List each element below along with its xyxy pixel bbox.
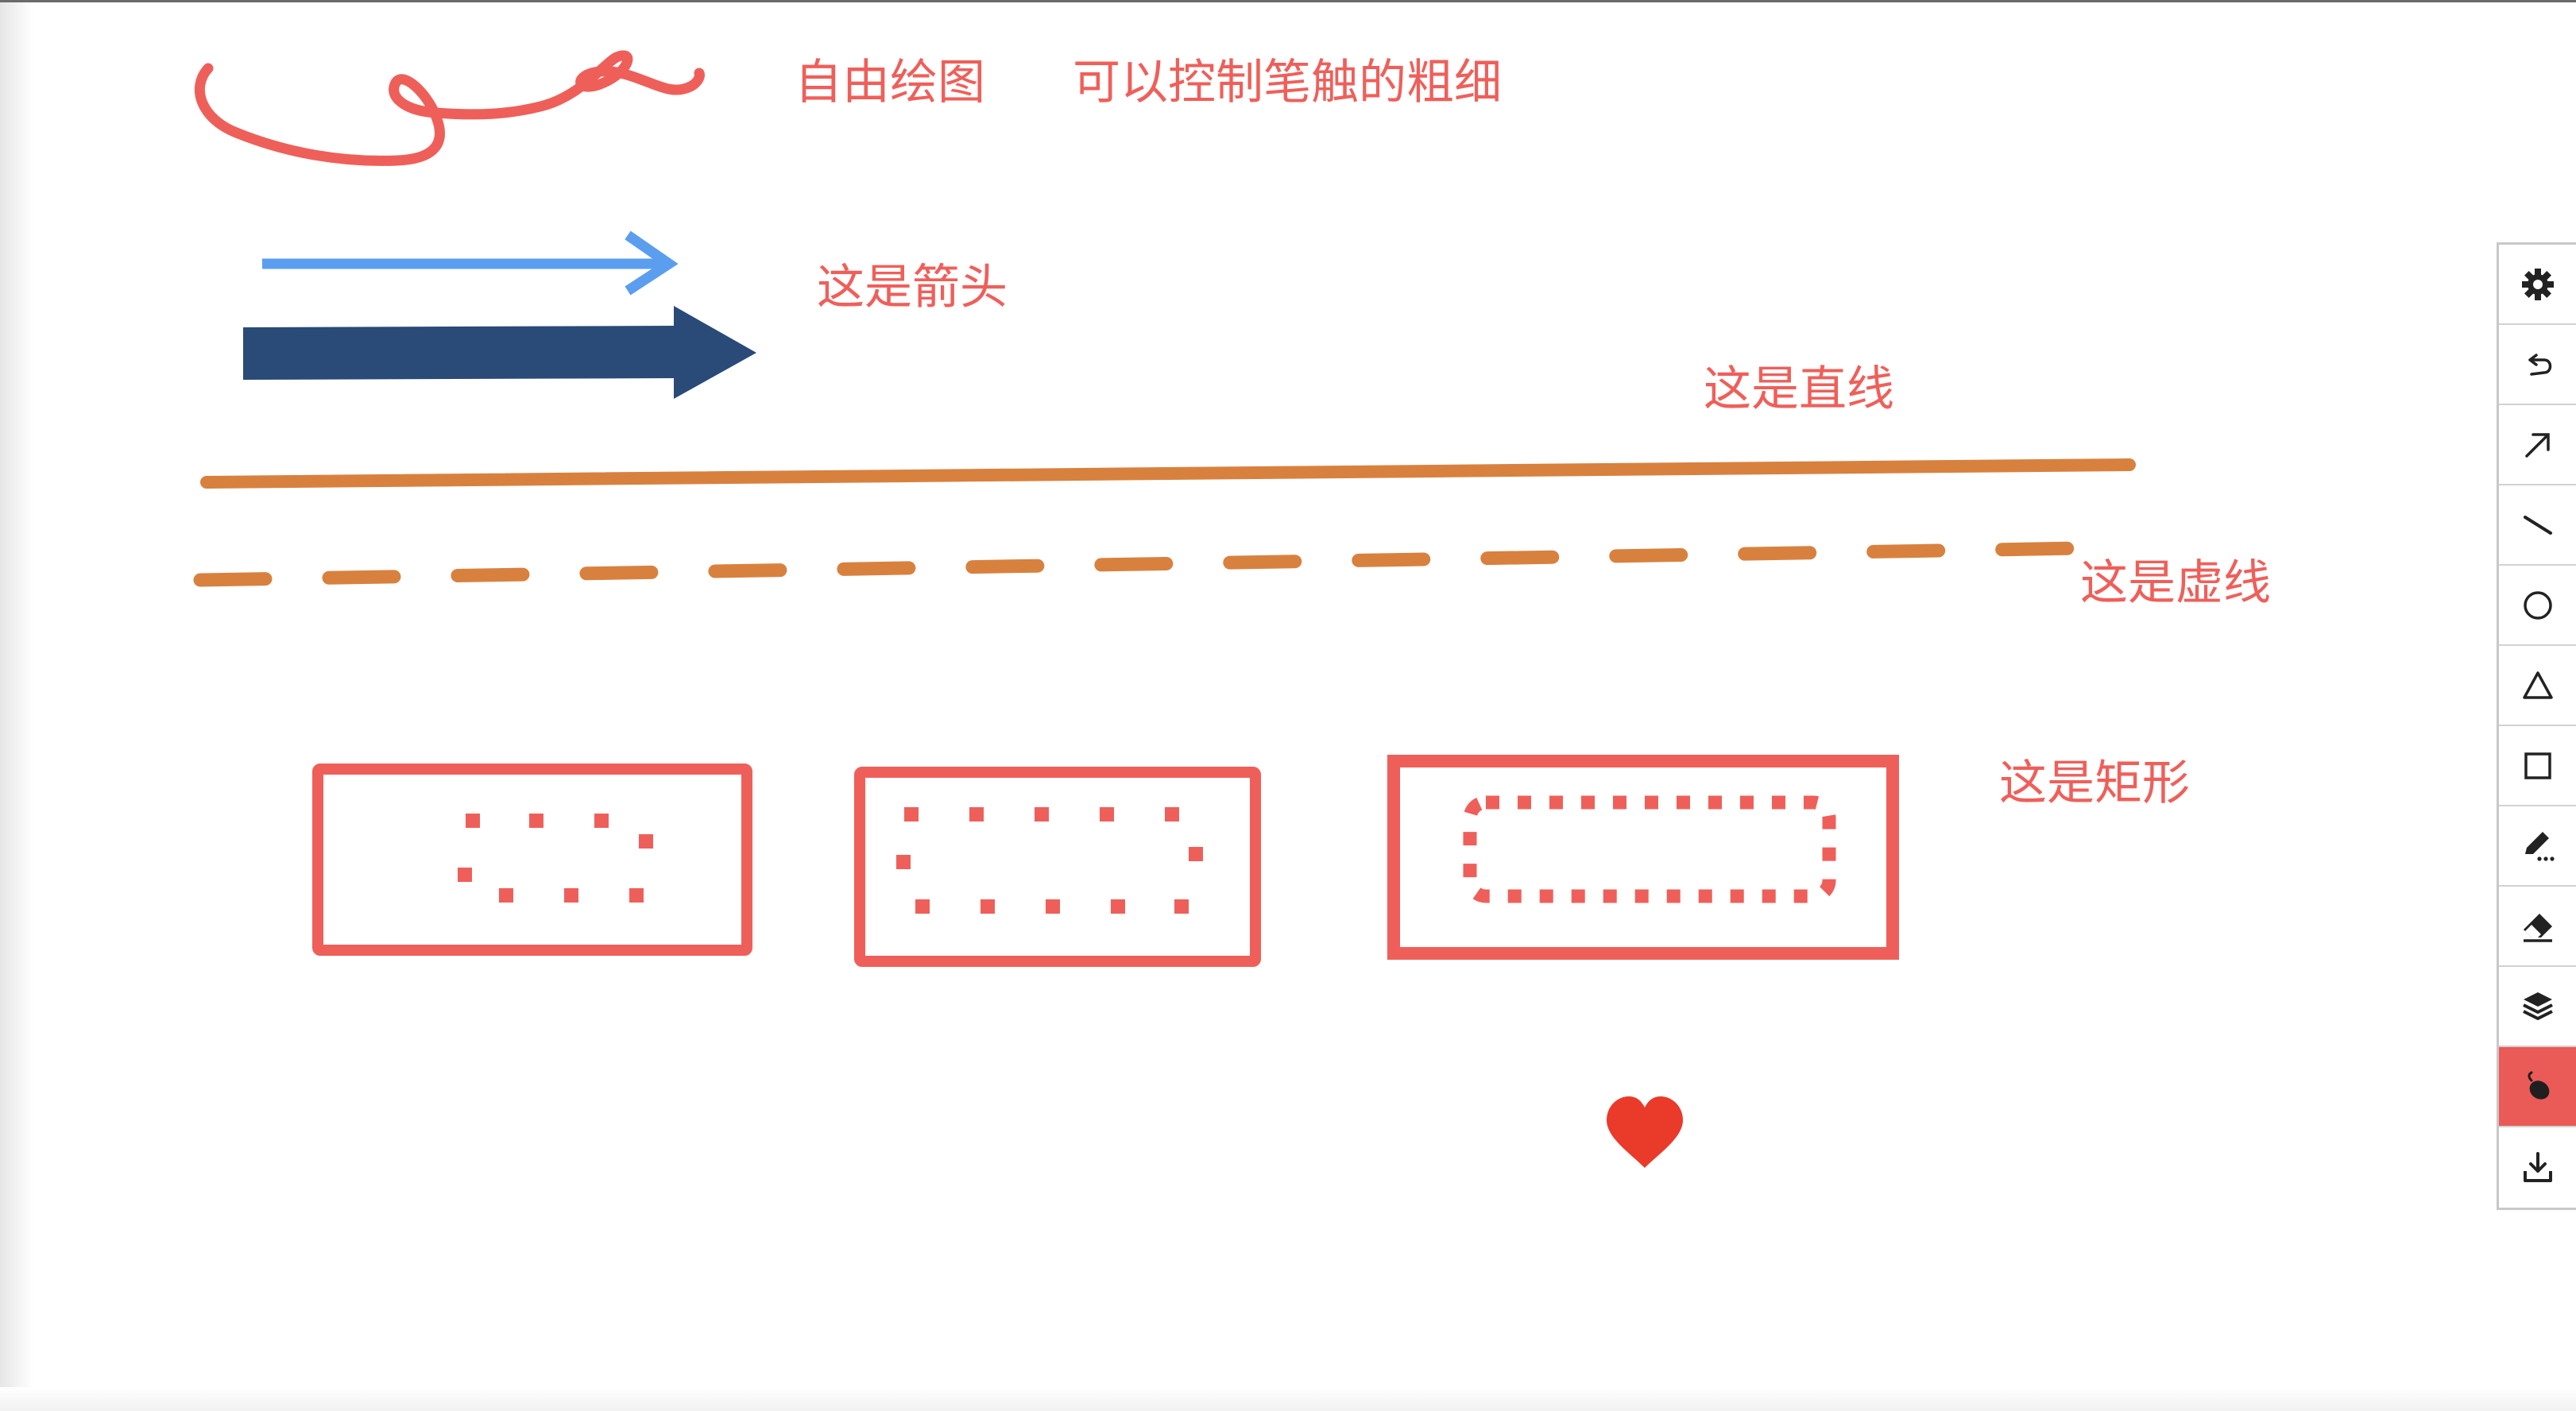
label-dashed-line: 这是虚线 — [2080, 555, 2271, 611]
label-straight-line: 这是直线 — [1704, 361, 1894, 417]
rectangle-shape-3 — [1387, 755, 1899, 960]
rectangle-tool-button[interactable] — [2499, 726, 2576, 806]
tool-sidebar — [2497, 242, 2576, 1210]
gear-icon — [2521, 268, 2554, 300]
heart-shape — [1607, 1096, 1683, 1168]
settings-button[interactable] — [2499, 245, 2576, 325]
drawing-canvas[interactable]: 自由绘图 可以控制笔触的粗细 这是箭头 这是直线 这是虚线 这是矩形 — [0, 0, 2576, 1411]
label-stroke-thickness: 可以控制笔触的粗细 — [1073, 55, 1502, 110]
line-tool-button[interactable] — [2499, 485, 2576, 566]
dashed-line — [193, 541, 2089, 587]
label-freehand: 自由绘图 — [795, 55, 985, 110]
eraser-tool-button[interactable] — [2499, 887, 2576, 967]
line-icon — [2523, 515, 2552, 535]
circle-icon — [2523, 590, 2552, 620]
layers-button[interactable] — [2499, 967, 2576, 1047]
pencil-tool-button[interactable] — [2499, 806, 2576, 887]
mouse-select-button[interactable] — [2499, 1047, 2576, 1127]
triangle-tool-button[interactable] — [2499, 646, 2576, 726]
rectangle-2-dotted-rounded — [896, 807, 1203, 914]
download-button[interactable] — [2499, 1127, 2576, 1208]
rectangle-shape-1 — [312, 763, 752, 956]
layers-icon — [2522, 992, 2553, 1020]
eraser-icon — [2523, 913, 2552, 942]
rectangle-1-dotted-ellipse — [458, 814, 653, 903]
freehand-stroke — [194, 50, 705, 166]
download-icon — [2523, 1151, 2552, 1182]
rectangle-3-dotted-inner — [1463, 795, 1836, 903]
square-icon — [2524, 752, 2551, 779]
pencil-icon — [2524, 831, 2555, 861]
circle-tool-button[interactable] — [2499, 566, 2576, 646]
undo-icon — [2528, 353, 2551, 376]
arrow-tool-button[interactable] — [2499, 405, 2576, 485]
label-arrow: 这是箭头 — [817, 260, 1008, 315]
triangle-icon — [2522, 671, 2553, 699]
label-rectangle: 这是矩形 — [1999, 756, 2190, 811]
arrow-icon — [2524, 432, 2550, 458]
rectangle-shape-2 — [854, 767, 1261, 967]
mouse-icon — [2528, 1071, 2549, 1100]
undo-button[interactable] — [2499, 325, 2576, 405]
straight-line — [200, 458, 2136, 489]
drawing-layer — [193, 50, 2136, 1168]
thick-arrow — [243, 306, 756, 399]
